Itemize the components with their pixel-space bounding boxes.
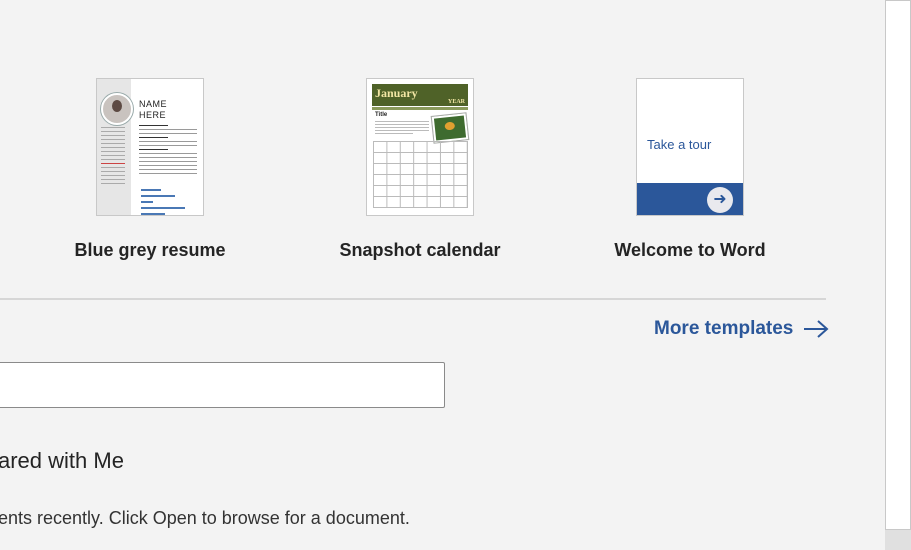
scrollbar-thumb[interactable] <box>885 0 911 530</box>
template-snapshot-calendar[interactable]: January YEAR Title Snapshot calendar <box>320 78 520 261</box>
resume-side-lines <box>101 127 125 187</box>
empty-documents-message: ents recently. Click Open to browse for … <box>0 508 410 528</box>
calendar-year-text: YEAR <box>447 99 465 105</box>
scrollbar-arrow-down[interactable] <box>885 530 911 550</box>
tour-text: Take a tour <box>647 137 712 152</box>
template-welcome-to-word[interactable]: Take a tour ➜ Welcome to Word <box>590 78 790 261</box>
more-templates-link[interactable]: More templates <box>654 318 829 340</box>
arrow-right-icon <box>804 320 829 338</box>
vertical-scrollbar[interactable] <box>885 0 911 550</box>
section-divider <box>0 298 826 300</box>
tab-shared-with-me[interactable]: ared with Me <box>0 448 124 474</box>
calendar-grid <box>373 141 468 208</box>
calendar-header: January YEAR <box>372 84 468 106</box>
template-label: Blue grey resume <box>74 240 226 260</box>
calendar-title-text: Title <box>375 112 388 118</box>
resume-body-lines <box>139 125 197 177</box>
calendar-text-lines <box>375 121 429 136</box>
resume-skill-bars <box>141 189 185 215</box>
resume-name-text: NAME HERE <box>139 99 168 120</box>
template-label: Welcome to Word <box>614 240 766 260</box>
more-templates-label: More templates <box>654 318 794 339</box>
calendar-subheader <box>372 107 468 110</box>
calendar-thumbnail[interactable]: January YEAR Title <box>366 78 474 216</box>
template-blue-grey-resume[interactable]: NAME HERE Blue grey resume <box>50 78 250 261</box>
arrow-right-circle-icon: ➜ <box>707 187 733 213</box>
search-input[interactable] <box>0 362 445 408</box>
resume-thumbnail[interactable]: NAME HERE <box>96 78 204 216</box>
template-label: Snapshot calendar <box>339 240 501 260</box>
resume-photo <box>101 93 133 125</box>
calendar-month-text: January <box>375 86 418 100</box>
templates-gallery: NAME HERE Blue grey resume January YEAR <box>0 0 885 290</box>
calendar-photo <box>431 113 469 143</box>
tour-thumbnail[interactable]: Take a tour ➜ <box>636 78 744 216</box>
